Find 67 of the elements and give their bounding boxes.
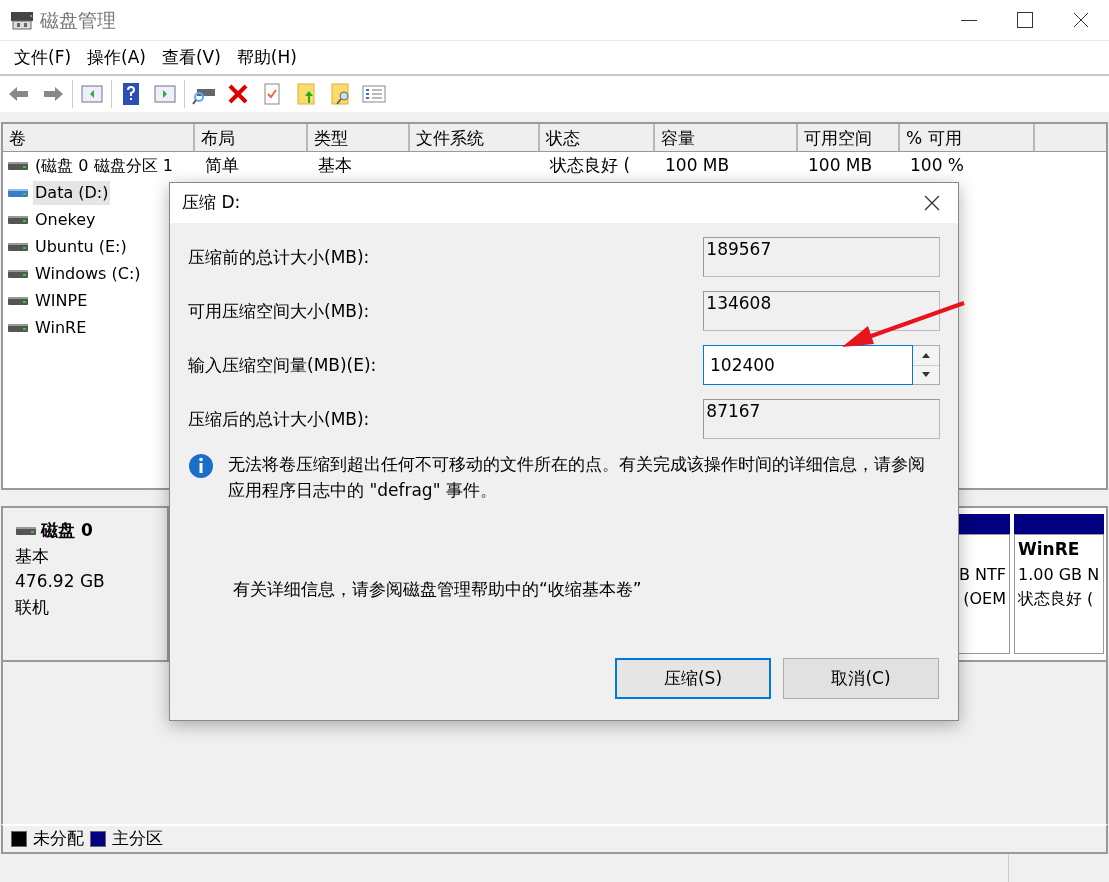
field-label: 可用压缩空间大小(MB): <box>188 300 371 324</box>
minimize-icon <box>961 19 977 21</box>
field-label: 压缩后的总计大小(MB): <box>188 408 371 432</box>
menu-item[interactable]: 查看(V) <box>153 44 229 71</box>
column-header[interactable]: 容量 <box>655 124 798 151</box>
dialog-button[interactable]: 压缩(S) <box>615 658 771 699</box>
column-header[interactable]: 可用空间 <box>798 124 900 151</box>
disk-status: 联机 <box>15 595 50 619</box>
column-header[interactable]: 类型 <box>308 124 410 151</box>
partition-info: (OEM <box>963 588 1006 610</box>
table-cell: 100 % <box>910 154 964 175</box>
table-cell: 状态良好 ( <box>550 154 631 175</box>
legend-label: 主分区 <box>112 827 163 851</box>
drive-icon <box>7 321 29 334</box>
caret-down-icon <box>922 372 930 378</box>
info-text: 无法将卷压缩到超出任何不可移动的文件所在的点。有关完成该操作时间的详细信息，请参阅应用程序日志中的 "defrag" 事件。 <box>228 453 926 502</box>
disk-size: 476.92 GB <box>15 570 106 593</box>
info-icon <box>188 453 214 479</box>
help-text: 有关详细信息，请参阅磁盘管理帮助中的“收缩基本卷” <box>233 578 643 601</box>
drive-icon <box>7 267 29 280</box>
field-label: 压缩前的总计大小(MB): <box>188 246 371 270</box>
drive-icon <box>7 186 29 199</box>
table-cell: 简单 <box>205 154 239 175</box>
dialog-title: 压缩 D: <box>182 191 241 215</box>
column-header[interactable]: 布局 <box>195 124 308 151</box>
input-field[interactable]: 102400 <box>703 345 913 385</box>
maximize-icon <box>1017 12 1033 28</box>
window-title: 磁盘管理 <box>40 7 116 33</box>
table-cell: 基本 <box>318 154 352 175</box>
column-header[interactable]: 状态 <box>540 124 655 151</box>
table-cell: 100 MB <box>808 154 873 175</box>
partition-info: 1.00 GB N <box>1018 563 1100 586</box>
menu-item[interactable]: 文件(F) <box>6 44 80 71</box>
legend-label: 未分配 <box>33 827 84 851</box>
volume-name[interactable]: (磁盘 0 磁盘分区 1 <box>33 153 175 178</box>
disk-name: 磁盘 0 <box>41 519 93 542</box>
partition-info: 状态良好 ( <box>1018 587 1094 610</box>
readonly-field: 87167 <box>703 399 940 439</box>
menu-item[interactable]: 帮助(H) <box>228 44 305 71</box>
disk-type: 基本 <box>15 544 50 568</box>
volume-name[interactable]: Windows (C:) <box>33 261 143 286</box>
caret-up-icon <box>922 352 930 358</box>
volume-name[interactable]: WINPE <box>33 288 90 313</box>
drive-icon <box>7 294 29 307</box>
drive-icon <box>10 9 34 31</box>
column-header[interactable]: % 可用 <box>900 124 1035 151</box>
volume-name[interactable]: Data (D:) <box>33 180 111 205</box>
menu-item[interactable]: 操作(A) <box>79 44 154 71</box>
table-cell: 100 MB <box>665 154 730 175</box>
volume-name[interactable]: Onekey <box>33 207 98 232</box>
dialog-button[interactable]: 取消(C) <box>783 658 939 699</box>
column-header[interactable]: 文件系统 <box>410 124 540 151</box>
drive-icon <box>7 213 29 226</box>
readonly-field: 134608 <box>703 291 940 331</box>
partition-name: WinRE <box>1018 538 1080 561</box>
close-icon <box>924 195 940 211</box>
drive-icon <box>7 240 29 253</box>
readonly-field: 189567 <box>703 237 940 277</box>
volume-name[interactable]: WinRE <box>33 315 89 340</box>
column-header[interactable]: 卷 <box>3 124 195 151</box>
drive-icon <box>7 159 29 172</box>
drive-icon <box>15 524 37 537</box>
field-label: 输入压缩空间量(MB)(E): <box>188 354 378 378</box>
partition-info: B NTF <box>959 564 1006 586</box>
close-icon <box>1073 12 1089 28</box>
partition-block[interactable]: WinRE 1.00 GB N 状态良好 ( <box>1014 534 1104 654</box>
volume-name[interactable]: Ubuntu (E:) <box>33 234 129 259</box>
